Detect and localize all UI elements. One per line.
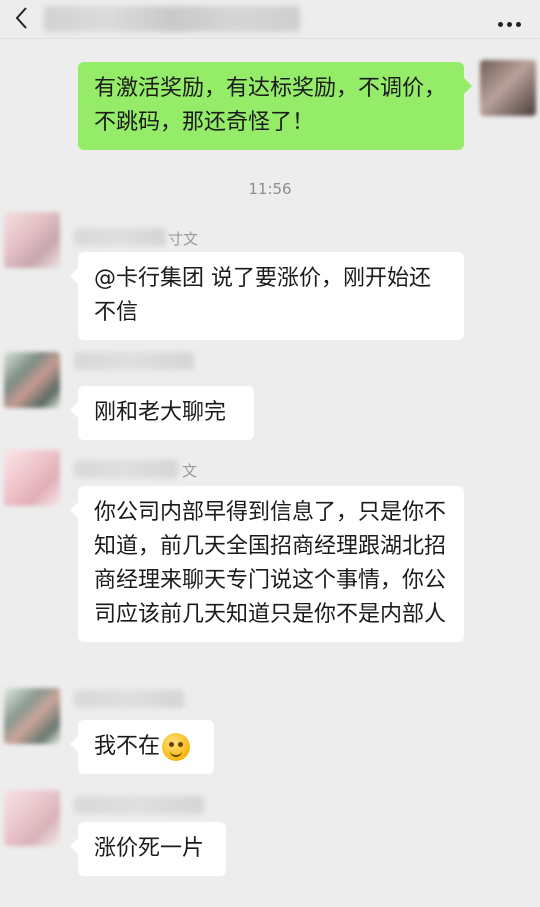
chevron-left-icon[interactable] (10, 4, 34, 32)
message-text: 我不在 (94, 734, 161, 759)
chat-title-blurred (44, 6, 300, 32)
sender-name-blurred (74, 460, 178, 478)
incoming-message-bubble: 涨价死一片 (70, 822, 226, 876)
sender-name-blurred (74, 228, 166, 246)
more-dots-icon[interactable] (498, 12, 526, 27)
incoming-message-bubble: 刚和老大聊完 (70, 386, 254, 440)
incoming-message-bubble: 你公司内部早得到信息了，只是你不知道，前几天全国招商经理跟湖北招商经理来聊天专门… (70, 486, 464, 642)
sender-name-fragment: 寸文 (168, 230, 199, 248)
incoming-message-bubble: 我不在 (70, 720, 214, 774)
wink-tongue-emoji-icon (162, 733, 191, 761)
self-avatar[interactable] (480, 60, 536, 116)
message-text: 你公司内部早得到信息了，只是你不知道，前几天全国招商经理跟湖北招商经理来聊天专门… (94, 500, 447, 627)
chat-header (0, 0, 540, 39)
sender-name-blurred (74, 352, 194, 370)
message-text: 涨价死一片 (94, 836, 205, 861)
message-text: 有激活奖励，有达标奖励，不调价，不跳码，那还奇怪了！ (94, 76, 447, 135)
sender-avatar[interactable] (4, 352, 60, 408)
incoming-message-bubble: @卡行集团 说了要涨价，刚开始还不信 (70, 252, 464, 340)
sender-avatar[interactable] (4, 450, 60, 506)
sender-name-blurred (74, 796, 204, 814)
message-text: 刚和老大聊完 (94, 400, 227, 425)
sender-avatar[interactable] (4, 790, 60, 846)
sender-avatar[interactable] (4, 212, 60, 268)
sender-avatar[interactable] (4, 688, 60, 744)
outgoing-message-bubble: 有激活奖励，有达标奖励，不调价，不跳码，那还奇怪了！ (78, 62, 472, 150)
sender-name-fragment: 文 (182, 462, 198, 480)
sender-name-blurred (74, 690, 184, 708)
timestamp: 11:56 (248, 180, 292, 198)
message-text: @卡行集团 说了要涨价，刚开始还不信 (94, 266, 431, 325)
